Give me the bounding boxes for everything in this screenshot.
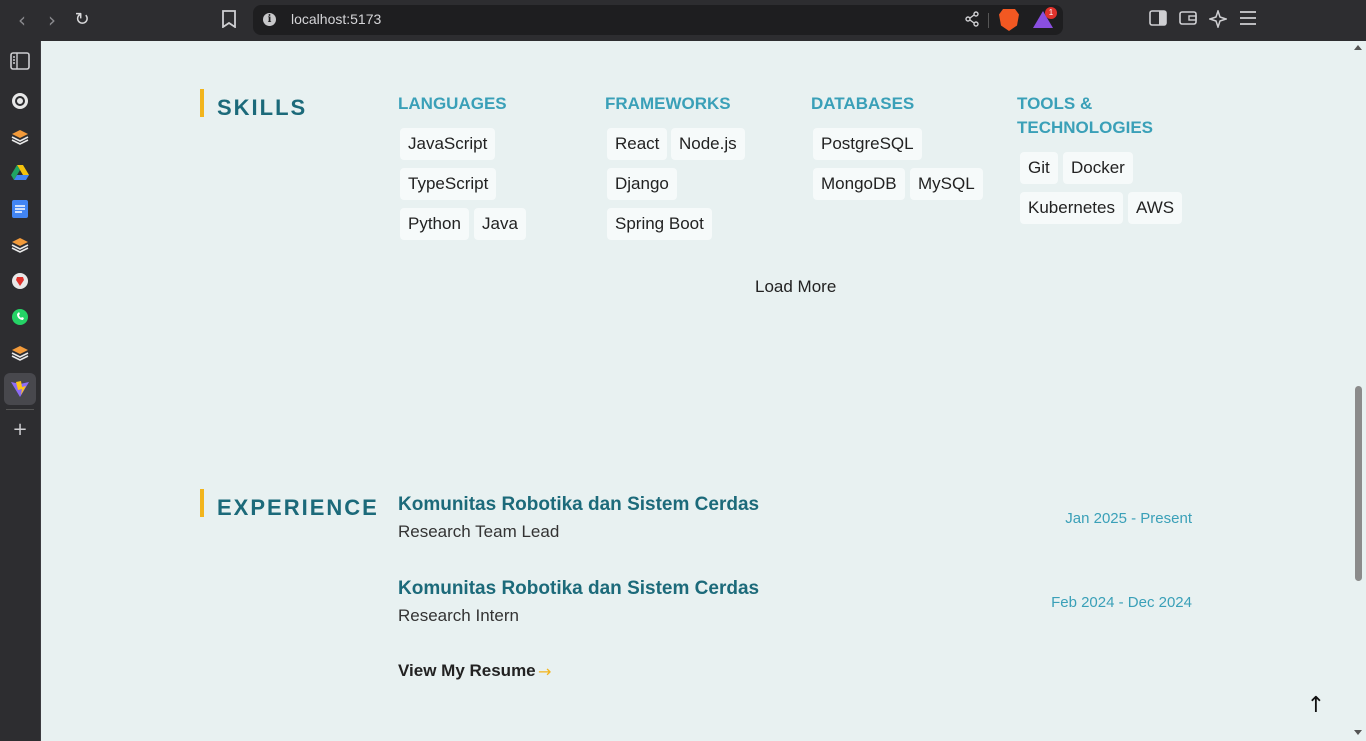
address-bar[interactable]: i localhost:5173 (253, 5, 1063, 35)
back-to-top-button[interactable]: ↑ (1304, 694, 1328, 718)
category-title-tools: TOOLS & TECHNOLOGIES (1017, 92, 1153, 140)
browser-toolbar: ‹ › ↻ i localhost:5173 1 (0, 0, 1366, 41)
bookmark-icon[interactable] (222, 10, 236, 33)
page-scrollbar[interactable] (1351, 41, 1366, 741)
reload-icon[interactable]: ↻ (71, 9, 93, 31)
scroll-up-icon[interactable] (1354, 45, 1362, 50)
skill-tag: Spring Boot (607, 208, 712, 240)
skill-tag: MongoDB (813, 168, 905, 200)
load-more-button[interactable]: Load More (755, 277, 836, 297)
experience-role: Research Team Lead (398, 522, 560, 541)
skill-tag: Docker (1063, 152, 1133, 184)
menu-icon[interactable] (1239, 10, 1257, 30)
page-content: SKILLS LANGUAGES JavaScript TypeScript P… (41, 41, 1351, 741)
experience-date: Feb 2024 - Dec 2024 (1051, 594, 1192, 611)
category-title-line2: TECHNOLOGIES (1017, 118, 1154, 137)
forward-icon[interactable]: › (41, 9, 63, 31)
skill-tag: TypeScript (400, 168, 497, 200)
brave-icon[interactable] (10, 271, 30, 291)
category-title-databases: DATABASES (811, 94, 915, 113)
sidebar-divider (6, 409, 34, 410)
experience-org: Komunitas Robotika dan Sistem Cerdas (398, 494, 760, 515)
view-resume-link[interactable]: View My Resume (398, 661, 536, 681)
rewards-badge: 1 (1045, 7, 1057, 19)
share-icon[interactable] (964, 11, 980, 32)
category-title-languages: LANGUAGES (398, 94, 507, 113)
skill-tag: Django (607, 168, 677, 200)
skill-tag: PostgreSQL (813, 128, 922, 160)
back-icon[interactable]: ‹ (11, 9, 33, 31)
skill-tag: JavaScript (400, 128, 496, 160)
skill-tag: Java (474, 208, 526, 240)
stack-icon[interactable] (10, 127, 30, 147)
url-text: localhost:5173 (291, 11, 382, 27)
experience-org: Komunitas Robotika dan Sistem Cerdas (398, 578, 760, 599)
skills-heading: SKILLS (200, 89, 307, 121)
whatsapp-icon[interactable] (10, 307, 30, 327)
site-info-icon[interactable]: i (263, 13, 276, 26)
experience-heading: EXPERIENCE (200, 489, 379, 521)
skill-tag: MySQL (910, 168, 983, 200)
sidebar-panel-icon[interactable] (10, 51, 30, 71)
skill-tag: Node.js (671, 128, 745, 160)
skill-tag: Git (1020, 152, 1058, 184)
google-drive-icon[interactable] (10, 163, 30, 183)
skill-tag: Kubernetes (1020, 192, 1123, 224)
skill-tag: AWS (1128, 192, 1183, 224)
sidebar-toggle-icon[interactable] (1149, 10, 1167, 31)
skill-tag: Python (400, 208, 469, 240)
add-sidebar-item-icon[interactable]: + (10, 419, 30, 441)
scrollbar-thumb[interactable] (1355, 386, 1362, 581)
scroll-down-icon[interactable] (1354, 730, 1362, 735)
chatgpt-icon[interactable] (10, 91, 30, 111)
category-title-frameworks: FRAMEWORKS (605, 94, 731, 113)
skill-tag: React (607, 128, 668, 160)
experience-date: Jan 2025 - Present (1065, 510, 1192, 527)
wallet-icon[interactable] (1179, 10, 1197, 31)
url-divider (988, 13, 989, 28)
browser-sidebar: + (0, 41, 41, 741)
google-docs-icon[interactable] (10, 199, 30, 219)
stack-icon[interactable] (10, 235, 30, 255)
experience-role: Research Intern (398, 606, 519, 625)
category-title-line1: TOOLS & (1017, 94, 1093, 113)
vite-icon[interactable] (10, 379, 30, 399)
arrow-right-icon[interactable]: → (538, 662, 551, 681)
leo-ai-icon[interactable] (1207, 8, 1229, 33)
stack-icon[interactable] (10, 343, 30, 363)
